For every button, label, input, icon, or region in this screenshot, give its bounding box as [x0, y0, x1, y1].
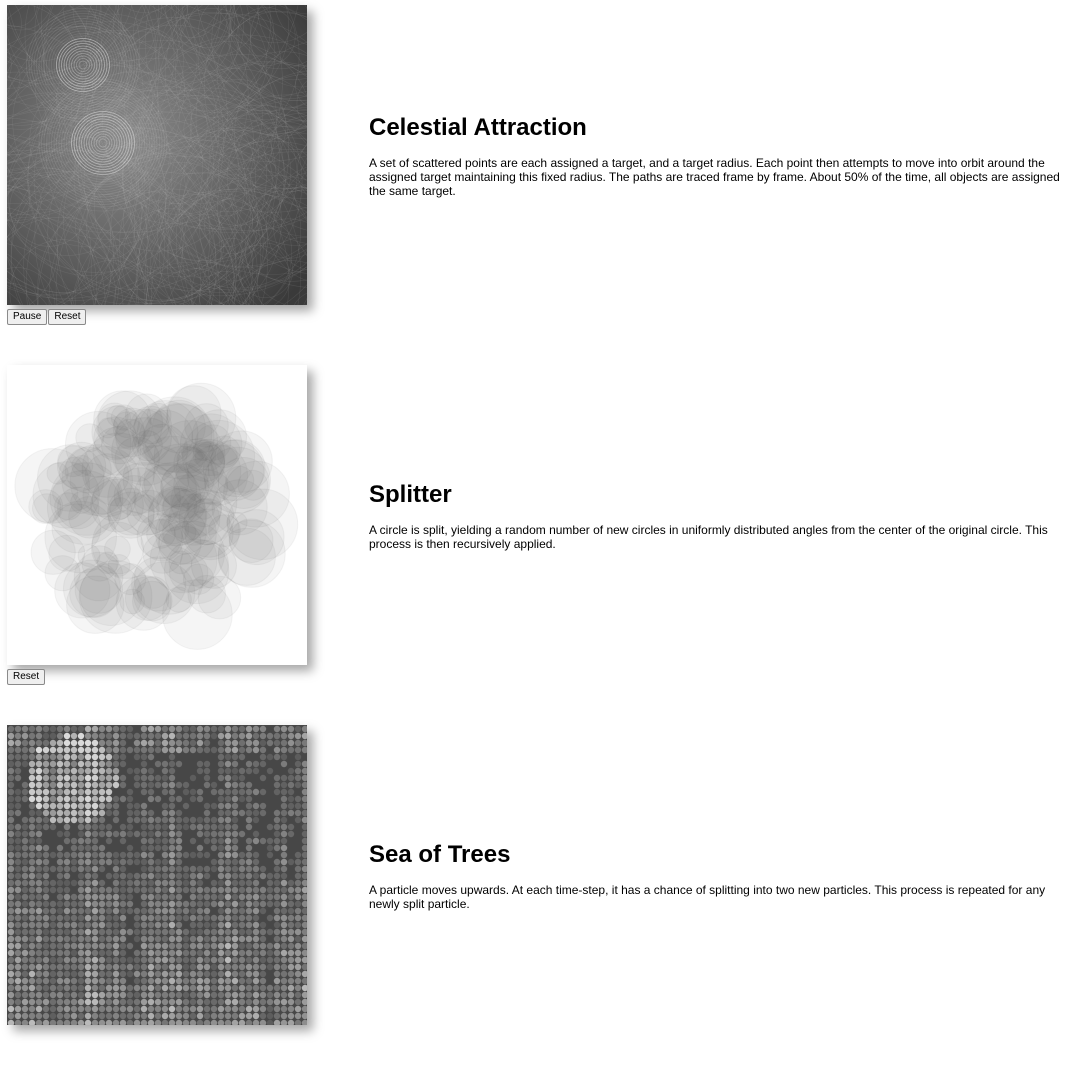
splitter-description-block: Splitter A circle is split, yielding a r… — [369, 481, 1064, 551]
section-sea-of-trees: Sea of Trees A particle moves upwards. A… — [0, 720, 1084, 1080]
reset-button[interactable]: Reset — [7, 669, 46, 685]
trees-canvas[interactable] — [7, 725, 307, 1025]
trees-artwork — [7, 725, 307, 1025]
section-description: A set of scattered points are each assig… — [369, 156, 1060, 198]
celestial-artwork — [7, 5, 307, 305]
pause-button[interactable]: Pause — [7, 309, 48, 325]
celestial-canvas[interactable] — [7, 5, 307, 305]
splitter-canvas[interactable] — [7, 365, 307, 665]
celestial-description-block: Celestial Attraction A set of scattered … — [369, 114, 1064, 198]
section-splitter: Reset Splitter A circle is split, yieldi… — [0, 360, 1084, 720]
reset-button[interactable]: Reset — [48, 309, 87, 325]
section-title: Sea of Trees — [369, 841, 511, 868]
section-title: Splitter — [369, 481, 452, 508]
section-title: Celestial Attraction — [369, 114, 587, 141]
trees-description-block: Sea of Trees A particle moves upwards. A… — [369, 841, 1064, 911]
section-description: A circle is split, yielding a random num… — [369, 523, 1048, 551]
splitter-artwork — [7, 365, 307, 665]
section-description: A particle moves upwards. At each time-s… — [369, 883, 1046, 911]
section-celestial-attraction: Pause Reset Celestial Attraction A set o… — [0, 0, 1084, 360]
